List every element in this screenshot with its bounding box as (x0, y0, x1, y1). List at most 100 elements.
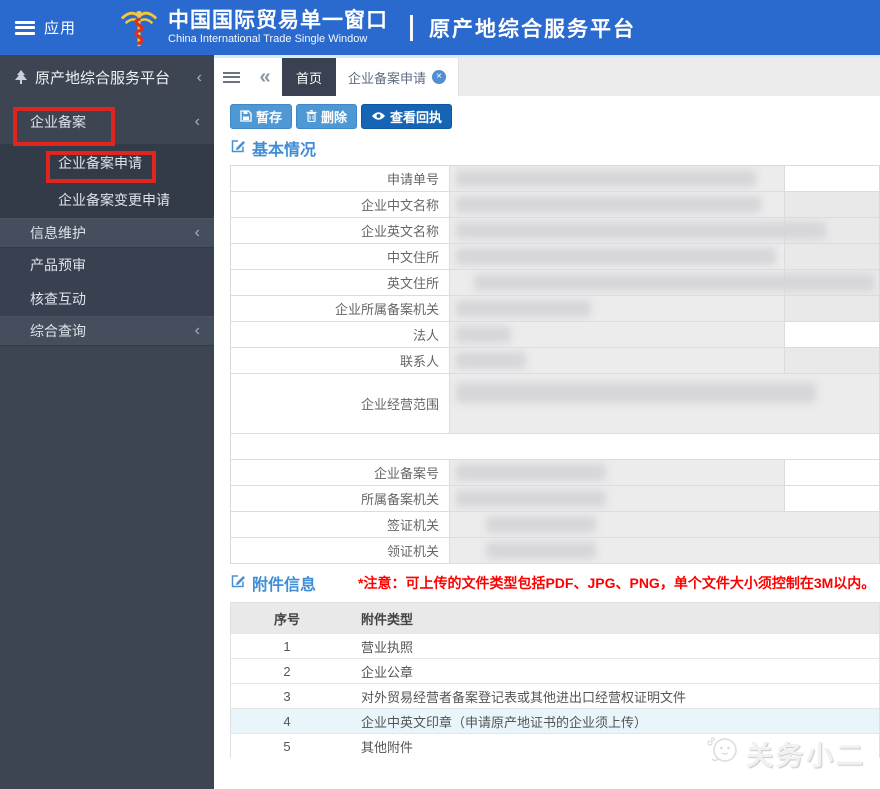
hamburger-icon[interactable] (15, 21, 35, 35)
header-bar: 应用 中国国际贸易单一窗口 China International Trade … (0, 0, 880, 55)
eye-icon (371, 111, 386, 121)
sidebar-item-product-preview[interactable]: 产品预审 (0, 248, 214, 282)
view-receipt-button[interactable]: 查看回执 (361, 104, 452, 129)
serial-cell: 5 (231, 739, 343, 754)
blurred-value (456, 222, 826, 239)
chevron-left-icon (195, 322, 200, 340)
blurred-value (456, 196, 761, 213)
section-title-text: 基本情况 (252, 136, 316, 160)
basic-info-table: 申请单号 企业中文名称 企业英文名称 (230, 165, 880, 564)
form-label: 联系人 (231, 348, 450, 373)
toolbar: 暂存 删除 (230, 103, 880, 129)
chevron-left-icon (195, 224, 200, 242)
close-icon[interactable] (432, 70, 446, 84)
sidebar-item-label: 核查互动 (30, 289, 86, 309)
delete-button[interactable]: 删除 (296, 104, 357, 129)
form-value-business-scope[interactable] (450, 374, 879, 433)
sidebar-item-info-maintenance[interactable]: 信息维护 (0, 218, 214, 248)
attachment-row[interactable]: 1 营业执照 (231, 633, 879, 658)
form-row: 企业中文名称 (231, 192, 879, 218)
blurred-value (474, 274, 874, 291)
tabbar-menu-button[interactable] (214, 58, 248, 96)
form-value-address-en[interactable] (450, 270, 879, 295)
form-value-certificate-authority[interactable] (450, 538, 879, 563)
form-value-contact-person[interactable] (450, 348, 879, 373)
blurred-value (456, 352, 526, 369)
form-value-company-name-cn[interactable] (450, 192, 879, 217)
sidebar-item-comprehensive-query[interactable]: 综合查询 (0, 316, 214, 346)
serial-cell: 4 (231, 714, 343, 729)
delete-label: 删除 (321, 107, 347, 126)
form-value-visa-authority[interactable] (450, 512, 879, 537)
sidebar-item-filing-change-application[interactable]: 企业备案变更申请 (0, 181, 214, 218)
type-cell: 营业执照 (343, 637, 879, 656)
form-row: 法人 (231, 322, 879, 348)
attachment-row-highlighted[interactable]: 4 企业中英文印章（申请原产地证书的企业须上传） (231, 708, 879, 733)
floppy-icon (240, 110, 252, 122)
view-receipt-label: 查看回执 (390, 107, 442, 126)
tabbar-collapse-button[interactable] (248, 58, 282, 96)
sidebar-submenu: 企业备案申请 企业备案变更申请 (0, 144, 214, 218)
type-cell: 企业中英文印章（申请原产地证书的企业须上传） (343, 712, 879, 731)
tab-home[interactable]: 首页 (282, 58, 336, 96)
form-row: 企业所属备案机关 (231, 296, 879, 322)
form-value-filing-authority[interactable] (450, 296, 879, 321)
form-value-company-name-en[interactable] (450, 218, 879, 243)
chevron-left-icon (195, 113, 200, 131)
basic-info-title: 基本情况 (230, 136, 316, 160)
sidebar: 原产地综合服务平台 企业备案 企业备案申请 企业备案变更申请 信息维护 产品预审… (0, 55, 214, 789)
sidebar-item-label: 综合查询 (30, 321, 195, 341)
blurred-value (456, 326, 511, 343)
attachment-row[interactable]: 2 企业公章 (231, 658, 879, 683)
form-row: 签证机关 (231, 512, 879, 538)
brand-block: 中国国际贸易单一窗口 China International Trade Sin… (168, 9, 388, 46)
form-row: 中文住所 (231, 244, 879, 270)
form-spacer-row (231, 434, 879, 460)
chevron-left-icon (197, 69, 202, 87)
form-row: 企业经营范围 (231, 374, 879, 434)
form-row: 企业英文名称 (231, 218, 879, 244)
customs-caduceus-logo-icon (118, 6, 160, 50)
double-chevron-left-icon (259, 66, 270, 89)
attachment-row[interactable]: 3 对外贸易经营者备案登记表或其他进出口经营权证明文件 (231, 683, 879, 708)
form-label: 中文住所 (231, 244, 450, 269)
edit-icon (230, 138, 246, 159)
sidebar-group: 产品预审 核查互动 (0, 248, 214, 316)
sidebar-item-label: 企业备案变更申请 (58, 190, 170, 210)
sidebar-item-label: 企业备案 (30, 112, 195, 132)
sidebar-item-verification-interaction[interactable]: 核查互动 (0, 282, 214, 316)
section-attachments: 附件信息 *注意：可上传的文件类型包括PDF、JPG、PNG，单个文件大小须控制… (230, 572, 880, 594)
form-label: 企业备案号 (231, 460, 450, 485)
attachments-title: 附件信息 (230, 571, 316, 595)
form-value-application-no[interactable] (450, 166, 879, 191)
form-value-belonging-authority[interactable] (450, 486, 879, 511)
form-row: 企业备案号 (231, 460, 879, 486)
app-menu-button[interactable]: 应用 (44, 17, 76, 38)
sidebar-item-filing-application[interactable]: 企业备案申请 (0, 144, 214, 181)
tab-label: 企业备案申请 (348, 68, 426, 87)
watermark-text: 关务小二 (746, 734, 866, 773)
main-content: 首页 企业备案申请 暂存 (214, 55, 880, 789)
sidebar-item-platform-root[interactable]: 原产地综合服务平台 (0, 55, 214, 100)
type-cell: 对外贸易经营者备案登记表或其他进出口经营权证明文件 (343, 687, 879, 706)
attachments-header: 序号 附件类型 (231, 603, 879, 633)
form-value-filing-no[interactable] (450, 460, 879, 485)
tab-bar: 首页 企业备案申请 (214, 58, 880, 96)
save-button[interactable]: 暂存 (230, 104, 292, 129)
save-label: 暂存 (256, 107, 282, 126)
form-value-legal-person[interactable] (450, 322, 879, 347)
form-row: 领证机关 (231, 538, 879, 564)
sidebar-item-label: 企业备案申请 (58, 153, 142, 173)
form-value-address-cn[interactable] (450, 244, 879, 269)
tab-enterprise-filing-application[interactable]: 企业备案申请 (336, 58, 459, 96)
form-label: 申请单号 (231, 166, 450, 191)
brand-subtitle: China International Trade Single Window (168, 33, 388, 46)
sidebar-item-enterprise-filing[interactable]: 企业备案 (0, 100, 214, 144)
blurred-value (486, 542, 596, 559)
form-label: 所属备案机关 (231, 486, 450, 511)
form-label: 企业经营范围 (231, 374, 450, 433)
attachment-note: *注意：可上传的文件类型包括PDF、JPG、PNG，单个文件大小须控制在3M以内… (358, 573, 875, 593)
hamburger-icon (223, 72, 240, 83)
form-label: 领证机关 (231, 538, 450, 563)
serial-cell: 3 (231, 689, 343, 704)
